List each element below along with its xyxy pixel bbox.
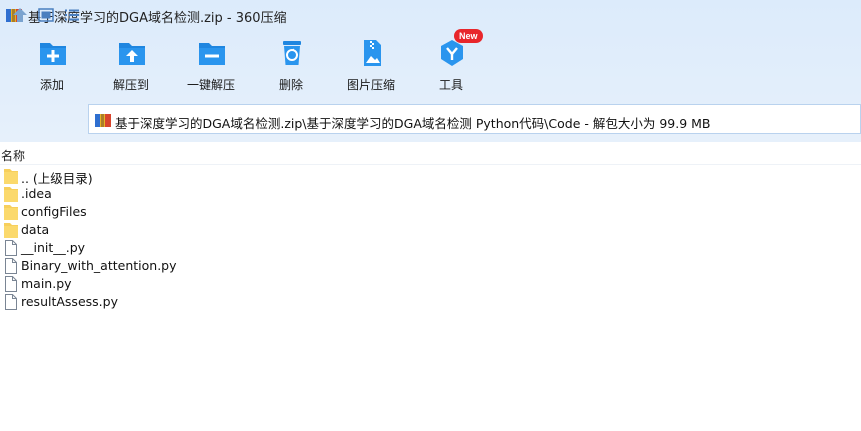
zip-file-icon — [95, 114, 111, 127]
delete-button[interactable]: 删除 — [253, 34, 329, 96]
image-compress-label: 图片压缩 — [346, 78, 395, 92]
folder-icon — [4, 223, 18, 238]
file-list: .. (上级目录) .idea configFiles data __init_… — [0, 167, 861, 311]
delete-icon — [283, 41, 301, 65]
list-item[interactable]: __init__.py — [0, 239, 861, 257]
tools-label: 工具 — [438, 78, 463, 92]
file-name: resultAssess.py — [21, 294, 118, 309]
column-header: 名称 — [0, 145, 861, 165]
file-name: Binary_with_attention.py — [21, 258, 177, 273]
title-bar: 基于深度学习的DGA域名检测.zip - 360压缩 — [0, 0, 861, 30]
add-button[interactable]: 添加 — [14, 34, 90, 96]
file-icon — [5, 258, 17, 274]
file-icon — [5, 276, 17, 292]
tools-button[interactable]: 工具 — [413, 34, 489, 96]
list-item[interactable]: Binary_with_attention.py — [0, 257, 861, 275]
extract-to-button[interactable]: 解压到 — [93, 34, 169, 96]
list-item[interactable]: main.py — [0, 275, 861, 293]
extract-to-label: 解压到 — [112, 78, 149, 92]
address-path: 基于深度学习的DGA域名检测.zip\基于深度学习的DGA域名检测 Python… — [115, 116, 711, 131]
column-name-header[interactable]: 名称 — [1, 147, 25, 164]
extract-to-icon — [119, 43, 145, 65]
one-click-extract-button[interactable]: 一键解压 — [173, 34, 249, 96]
add-label: 添加 — [39, 78, 64, 92]
new-badge: New — [454, 29, 483, 43]
list-item[interactable]: .idea — [0, 185, 861, 203]
delete-label: 删除 — [278, 78, 303, 92]
image-compress-icon — [364, 40, 381, 66]
file-icon — [5, 294, 17, 310]
file-icon — [5, 240, 17, 256]
thumbnail-view-icon[interactable] — [37, 6, 55, 24]
add-icon — [40, 43, 66, 65]
folder-icon — [4, 169, 18, 184]
file-name: main.py — [21, 276, 72, 291]
one-click-extract-label: 一键解压 — [186, 78, 235, 92]
file-name: __init__.py — [21, 240, 86, 255]
up-arrow-icon[interactable] — [11, 6, 29, 24]
folder-icon — [4, 205, 18, 220]
file-name: configFiles — [21, 204, 87, 219]
address-bar[interactable]: 基于深度学习的DGA域名检测.zip\基于深度学习的DGA域名检测 Python… — [88, 104, 861, 134]
list-item[interactable]: resultAssess.py — [0, 293, 861, 311]
toolbar: 添加 解压到 一键解压 删除 图片压缩 工具 — [0, 34, 861, 96]
list-view-icon[interactable] — [63, 6, 81, 24]
one-click-extract-icon — [199, 43, 225, 65]
file-name: data — [21, 222, 50, 237]
folder-icon — [4, 187, 18, 202]
list-item[interactable]: configFiles — [0, 203, 861, 221]
image-compress-button[interactable]: 图片压缩 — [333, 34, 409, 96]
list-item[interactable]: data — [0, 221, 861, 239]
list-item-parent-dir[interactable]: .. (上级目录) — [0, 167, 861, 186]
file-name: .idea — [21, 186, 52, 201]
